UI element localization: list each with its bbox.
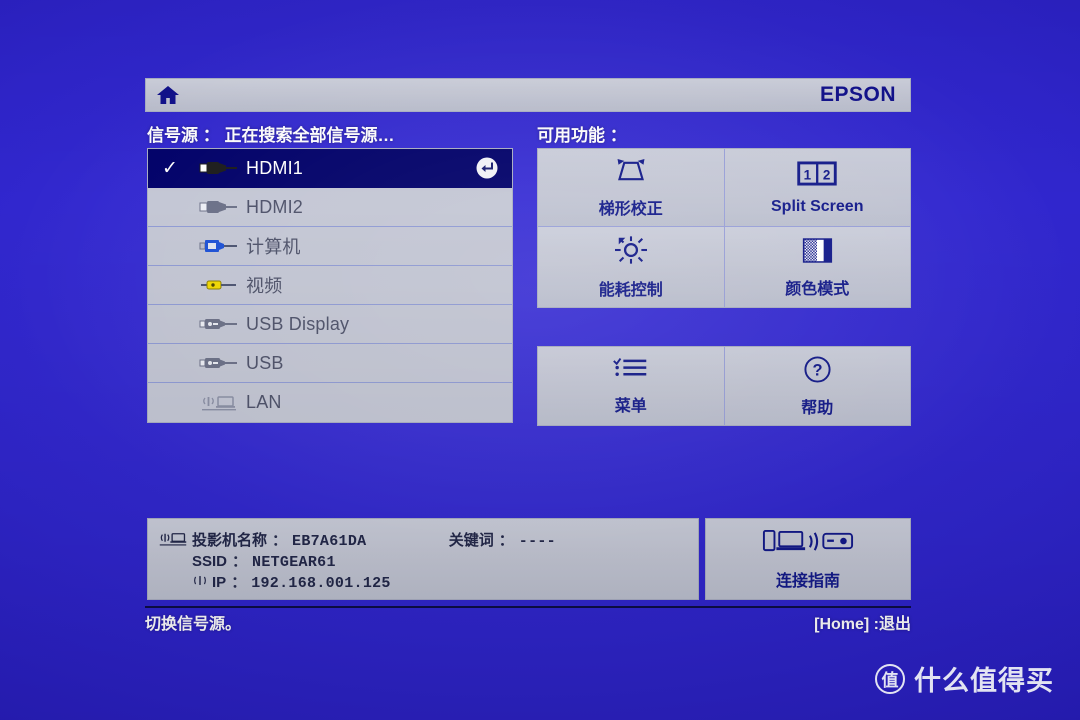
source-row-hdmi1[interactable]: ✓ HDMI1 [148, 149, 512, 188]
footer-exit-hint: [Home] :退出 [814, 616, 911, 633]
footer-bar: 切换信号源。 [Home] :退出 [145, 610, 911, 634]
info-key: 关键词 [448, 532, 494, 549]
function-button-menu[interactable]: 菜单 [538, 347, 724, 425]
source-row-lan[interactable]: LAN [148, 383, 512, 422]
source-label: USB Display [246, 313, 350, 334]
split-screen-icon: 1 2 [792, 159, 842, 193]
source-row-video[interactable]: 视频 [148, 266, 512, 305]
source-label: 视频 [246, 276, 283, 296]
info-separator: ： [231, 574, 247, 591]
source-list: ✓ HDMI1 HDMI2 计算机 视频 USB Display USB LAN [147, 148, 513, 423]
source-row-hdmi2[interactable]: HDMI2 [148, 188, 512, 227]
function-button-power-consumption[interactable]: 能耗控制 [538, 227, 724, 307]
svg-text:?: ? [812, 361, 822, 379]
info-text-lines: 投影机名称 ： EB7A61DA SSID ： NETGEAR61 IP ： 1… [192, 529, 391, 599]
function-label: 能耗控制 [598, 282, 663, 299]
source-label: 计算机 [246, 237, 301, 257]
info-row-keyword: 关键词 ： ---- [449, 529, 556, 550]
watermark-badge-icon: 值 [875, 663, 905, 694]
function-button-color-mode[interactable]: 颜色模式 [724, 227, 910, 307]
keystone-trapezoid-icon [606, 156, 656, 190]
menu-list-icon [610, 357, 652, 387]
info-separator: ： [498, 532, 514, 549]
info-separator: ： [232, 553, 248, 570]
watermark-text: 什么值得买 [914, 666, 1054, 697]
info-value: ---- [518, 533, 556, 550]
footer-hint: 切换信号源。 [145, 616, 242, 633]
power-consumption-brightness-icon [609, 234, 653, 271]
info-keyword-block: 关键词 ： ---- [449, 529, 556, 599]
site-watermark: 值 什么值得买 [875, 659, 1054, 698]
function-label: 菜单 [614, 397, 647, 415]
info-value: NETGEAR61 [252, 554, 336, 571]
info-value: EB7A61DA [292, 533, 367, 550]
function-label: Split Screen [771, 198, 864, 215]
function-grid-top: 梯形校正 1 2 Split Screen 能耗控制 颜色模式 [537, 148, 911, 308]
function-grid-bottom: 菜单 ? 帮助 [537, 346, 911, 426]
enter-key-icon [476, 157, 498, 179]
function-label: 颜色模式 [785, 280, 850, 298]
home-icon[interactable] [156, 84, 180, 106]
source-label: HDMI2 [246, 196, 304, 217]
connection-guide-button[interactable]: 连接指南 [705, 518, 911, 600]
function-button-keystone[interactable]: 梯形校正 [538, 149, 724, 226]
wifi-signal-icon [192, 574, 212, 591]
source-label: LAN [246, 392, 282, 412]
epson-brand-logo: EPSON [819, 83, 896, 106]
usb-connector-icon [192, 355, 246, 371]
function-button-split-screen[interactable]: 1 2 Split Screen [724, 149, 910, 226]
info-key: SSID [192, 553, 228, 570]
rca-video-connector-icon [192, 277, 246, 293]
source-section-label: 信号源 ： 正在搜索全部信号源… [147, 126, 395, 145]
footer-divider [145, 606, 911, 608]
lan-network-icon [192, 394, 246, 412]
color-mode-icon [796, 236, 838, 270]
projector-osd-root: EPSON 信号源 ： 正在搜索全部信号源… 可用功能 ： ✓ HDMI1 HD… [145, 78, 911, 634]
hdmi-connector-icon [192, 199, 246, 215]
info-key: IP [212, 574, 227, 591]
source-row-usb-display[interactable]: USB Display [148, 305, 512, 344]
info-separator: ： [272, 532, 288, 549]
projector-info-panel: 投影机名称 ： EB7A61DA SSID ： NETGEAR61 IP ： 1… [147, 518, 699, 600]
source-label: USB [246, 352, 284, 373]
usb-connector-icon [192, 316, 246, 332]
function-label: 梯形校正 [598, 201, 663, 218]
info-row-projector-name: 投影机名称 ： EB7A61DA [192, 529, 391, 550]
svg-text:1: 1 [804, 167, 812, 182]
info-row-ip: IP ： 192.168.001.125 [192, 571, 391, 592]
help-question-icon: ? [803, 355, 832, 389]
connection-guide-label: 连接指南 [775, 573, 840, 590]
info-value: 192.168.001.125 [251, 575, 391, 592]
info-key: 投影机名称 [192, 532, 268, 549]
info-row-ssid: SSID ： NETGEAR61 [192, 550, 391, 571]
source-label: HDMI1 [246, 157, 304, 178]
function-label: 帮助 [801, 399, 834, 417]
svg-text:2: 2 [823, 167, 830, 182]
function-section-label: 可用功能 ： [537, 126, 627, 145]
source-row-usb[interactable]: USB [148, 344, 512, 383]
selected-check-icon: ✓ [162, 157, 178, 179]
vga-computer-connector-icon [192, 238, 246, 254]
function-button-help[interactable]: ? 帮助 [724, 347, 910, 425]
device-to-projector-wireless-icon [762, 527, 854, 561]
info-left-column: 投影机名称 ： EB7A61DA SSID ： NETGEAR61 IP ： 1… [158, 529, 391, 599]
hdmi-connector-icon [192, 160, 246, 176]
osd-titlebar: EPSON [145, 78, 911, 112]
source-row-computer[interactable]: 计算机 [148, 227, 512, 266]
lan-network-icon [158, 529, 192, 599]
